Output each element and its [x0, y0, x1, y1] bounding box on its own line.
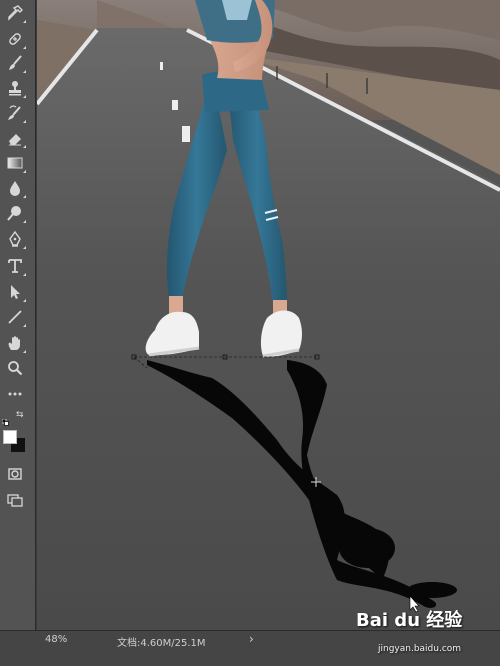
photoshop-window: ⇆ 48% 文档:4.60M/25.1M › Bai du 经验 jingyan…	[0, 0, 500, 666]
brush-icon[interactable]	[4, 52, 26, 74]
watermark-url: jingyan.baidu.com	[378, 644, 462, 654]
eraser-icon[interactable]	[4, 127, 26, 149]
line-icon[interactable]	[4, 306, 26, 328]
healing-brush-icon[interactable]	[4, 28, 26, 50]
blur-icon[interactable]	[4, 177, 26, 199]
zoom-icon[interactable]	[4, 357, 26, 379]
screen-mode-icon[interactable]	[4, 489, 26, 511]
dodge-icon[interactable]	[4, 202, 26, 224]
foreground-color-swatch[interactable]	[3, 430, 17, 444]
zoom-level[interactable]: 48%	[45, 634, 67, 645]
quick-mask-icon[interactable]	[4, 463, 26, 485]
document-canvas[interactable]	[37, 0, 500, 630]
type-icon[interactable]	[4, 255, 26, 277]
path-selection-icon[interactable]	[4, 281, 26, 303]
document-info: 文档:4.60M/25.1M	[117, 638, 206, 649]
gradient-icon[interactable]	[4, 152, 26, 174]
hand-icon[interactable]	[4, 332, 26, 354]
more-tools-icon[interactable]	[4, 383, 26, 405]
watermark-brand: Bai du 经验	[356, 610, 463, 631]
status-menu-arrow[interactable]: ›	[249, 632, 254, 646]
watermark: Bai du 经验 jingyan.baidu.com	[356, 606, 498, 662]
swap-colors-icon[interactable]: ⇆	[16, 410, 24, 420]
clone-stamp-icon[interactable]	[4, 77, 26, 99]
default-colors-icon[interactable]	[1, 411, 9, 426]
pen-icon[interactable]	[4, 228, 26, 250]
photo-scene	[37, 0, 500, 630]
tools-panel: ⇆	[0, 0, 36, 630]
history-brush-icon[interactable]	[4, 102, 26, 124]
eyedropper-icon[interactable]	[4, 2, 26, 24]
